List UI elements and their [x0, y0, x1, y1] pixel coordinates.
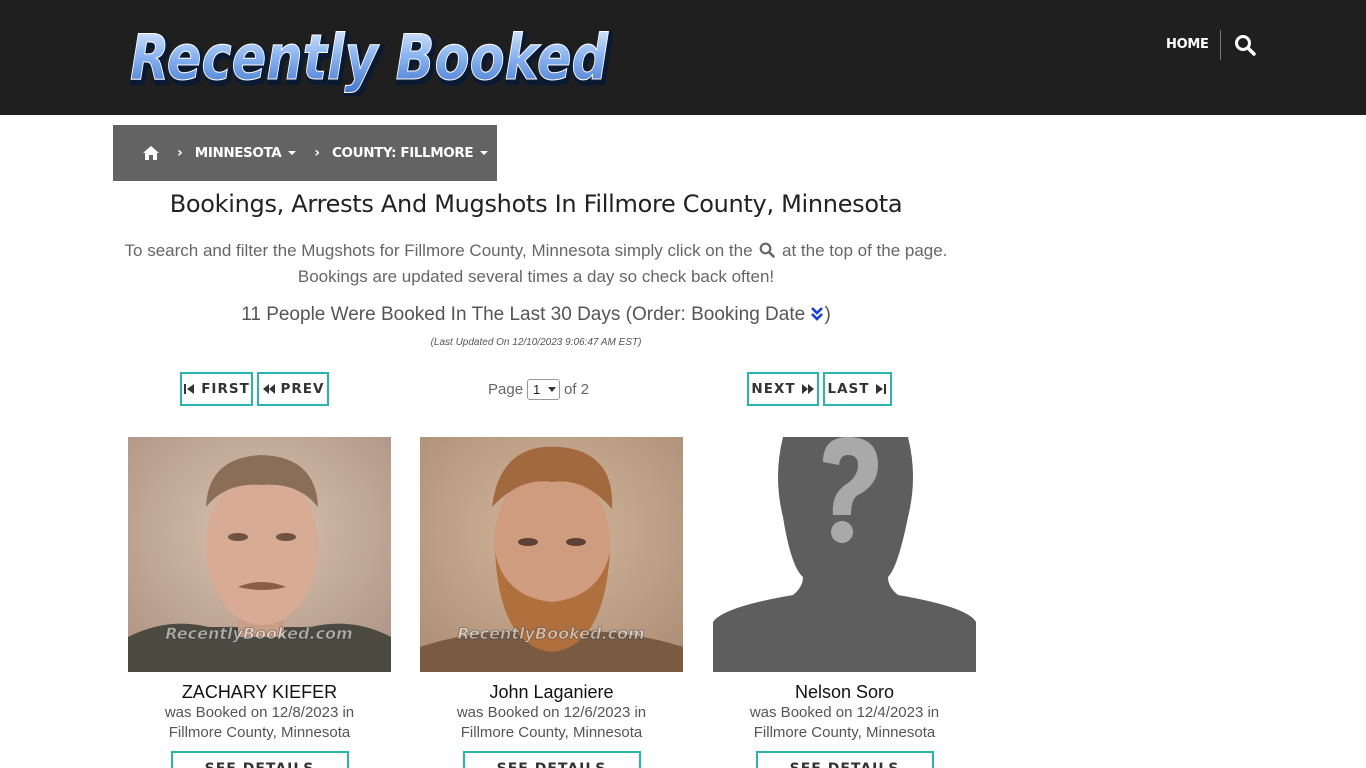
svg-text:RecentlyBooked.com: RecentlyBooked.com [165, 624, 352, 643]
next-page-label: NEXT [751, 381, 796, 397]
site-header: Recently Booked Recently Booked HOME [0, 0, 1366, 115]
mugshot-placeholder[interactable] [713, 437, 976, 672]
page-indicator: Page 1 of 2 [488, 377, 589, 401]
page-label: Page [488, 380, 524, 398]
chevron-right-icon: › [314, 145, 321, 161]
last-page-icon [876, 384, 887, 394]
site-logo[interactable]: Recently Booked Recently Booked [126, 18, 616, 97]
prev-page-button[interactable]: PREV [257, 372, 329, 406]
first-page-label: FIRST [201, 381, 250, 397]
page-select[interactable]: 1 [527, 378, 561, 400]
person-name[interactable]: John Laganiere [420, 682, 683, 703]
booking-card: Nelson Soro was Booked on 12/4/2023 in F… [713, 437, 976, 768]
intro-text-part2: at the top of the page. [782, 241, 948, 260]
chevron-right-icon: › [177, 145, 183, 161]
breadcrumb-state-label: MINNESOTA [194, 145, 282, 161]
sort-desc-icon[interactable] [810, 306, 824, 322]
home-icon[interactable] [143, 146, 159, 160]
person-name[interactable]: ZACHARY KIEFER [128, 682, 391, 703]
svg-text:Recently Booked: Recently Booked [130, 21, 609, 94]
booking-card: RecentlyBooked.com John Laganiere was Bo… [420, 437, 683, 768]
intro-text: To search and filter the Mugshots for Fi… [113, 238, 959, 290]
booking-card: RecentlyBooked.com ZACHARY KIEFER was Bo… [128, 437, 391, 768]
booking-info-line2: Fillmore County, Minnesota [168, 724, 351, 741]
booking-info-line1: was Booked on 12/4/2023 in [749, 704, 940, 721]
page-title: Bookings, Arrests And Mugshots In Fillmo… [169, 190, 903, 218]
booking-info-line2: Fillmore County, Minnesota [753, 724, 936, 741]
booking-count: 11 People Were Booked In The Last 30 Day… [113, 304, 959, 326]
breadcrumb: › MINNESOTA › COUNTY: FILLMORE [113, 125, 497, 181]
see-details-button[interactable]: SEE DETAILS [170, 751, 349, 768]
forward-icon [801, 384, 814, 394]
mugshot-photo[interactable]: RecentlyBooked.com [128, 437, 391, 672]
prev-page-label: PREV [280, 381, 325, 397]
first-page-icon [184, 384, 195, 394]
booking-count-close: ) [824, 304, 831, 325]
mugshot-photo[interactable]: RecentlyBooked.com [420, 437, 683, 672]
see-details-button[interactable]: SEE DETAILS [462, 751, 641, 768]
booking-info-line1: was Booked on 12/8/2023 in [164, 704, 355, 721]
nav-divider [1220, 30, 1221, 60]
last-updated: (Last Updated On 12/10/2023 9:06:47 AM E… [430, 337, 642, 348]
see-details-button[interactable]: SEE DETAILS [755, 751, 934, 768]
mugshot-image: RecentlyBooked.com [128, 437, 391, 672]
caret-down-icon [480, 151, 489, 155]
nav-home-link[interactable]: HOME [1166, 37, 1209, 52]
breadcrumb-county-label: COUNTY: FILLMORE [332, 145, 474, 161]
breadcrumb-state-dropdown[interactable]: MINNESOTA [194, 145, 297, 161]
svg-text:RecentlyBooked.com: RecentlyBooked.com [457, 624, 644, 643]
chevron-down-icon [548, 386, 557, 392]
last-page-label: LAST [827, 381, 870, 397]
booking-count-text: 11 People Were Booked In The Last 30 Day… [241, 304, 806, 325]
page-select-value: 1 [533, 381, 541, 397]
person-name[interactable]: Nelson Soro [713, 682, 976, 703]
intro-line-1: To search and filter the Mugshots for Fi… [113, 238, 959, 264]
backward-icon [262, 384, 275, 394]
booking-info-line2: Fillmore County, Minnesota [460, 724, 643, 741]
intro-line-2: Bookings are updated several times a day… [297, 267, 775, 286]
unknown-person-icon [713, 437, 976, 672]
next-page-button[interactable]: NEXT [747, 372, 819, 406]
search-icon[interactable] [1234, 34, 1256, 56]
booking-info-line1: was Booked on 12/6/2023 in [456, 704, 647, 721]
page-total-label: of 2 [564, 380, 590, 398]
search-icon [759, 242, 776, 258]
first-page-button[interactable]: FIRST [180, 372, 253, 406]
breadcrumb-county-dropdown[interactable]: COUNTY: FILLMORE [332, 145, 489, 161]
intro-text-part1: To search and filter the Mugshots for Fi… [124, 241, 753, 260]
logo-graphic: Recently Booked Recently Booked [129, 21, 614, 97]
last-page-button[interactable]: LAST [823, 372, 892, 406]
caret-down-icon [288, 151, 297, 155]
mugshot-image: RecentlyBooked.com [420, 437, 683, 672]
